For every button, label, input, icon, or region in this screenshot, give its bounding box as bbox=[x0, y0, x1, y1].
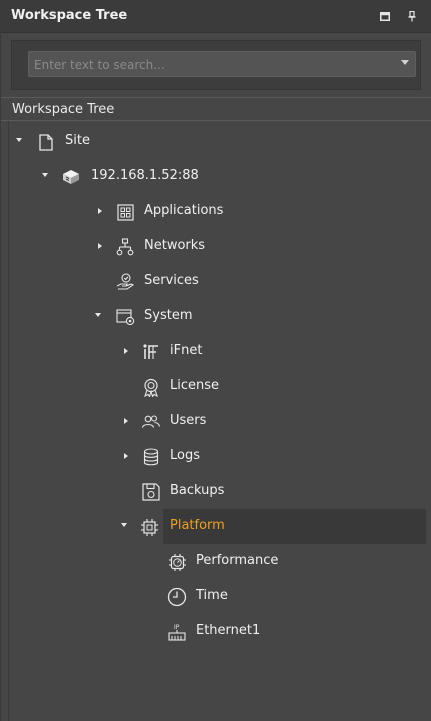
tree-item-users[interactable]: Users bbox=[9, 404, 426, 439]
tree-item-backups[interactable]: Backups bbox=[9, 474, 426, 509]
network-icon bbox=[115, 237, 135, 257]
services-hand-icon bbox=[115, 272, 135, 292]
panel-titlebar: Workspace Tree bbox=[1, 0, 431, 33]
tree-item-performance[interactable]: Performance bbox=[9, 544, 426, 579]
tree-item-time[interactable]: Time bbox=[9, 579, 426, 614]
tree-item-site[interactable]: Site bbox=[9, 124, 426, 159]
expand-caret-icon[interactable] bbox=[16, 138, 22, 142]
workspace-tree-panel: Workspace Tree Workspace Tree Site bbox=[0, 0, 431, 721]
tree-item-networks[interactable]: Networks bbox=[9, 229, 426, 264]
tree-item-label: Site bbox=[65, 133, 90, 148]
collapse-caret-icon[interactable] bbox=[124, 348, 128, 354]
tree-item-system[interactable]: System bbox=[9, 299, 426, 334]
system-settings-icon bbox=[115, 307, 135, 327]
tree-item-label: Users bbox=[170, 413, 207, 428]
applications-grid-icon bbox=[115, 202, 135, 222]
collapse-caret-icon[interactable] bbox=[124, 418, 128, 424]
tree-item-label: Backups bbox=[170, 483, 225, 498]
database-icon bbox=[141, 447, 161, 467]
tree-item-label: iFnet bbox=[170, 343, 203, 358]
server-cube-icon bbox=[61, 167, 81, 187]
maximize-icon[interactable] bbox=[378, 9, 392, 23]
expand-caret-icon[interactable] bbox=[95, 313, 101, 317]
tree-item-server[interactable]: 192.168.1.52:88 bbox=[9, 159, 426, 194]
tree-item-label: Ethernet1 bbox=[196, 623, 261, 638]
tree-item-label: Performance bbox=[196, 553, 279, 568]
dropdown-arrow-icon[interactable] bbox=[401, 60, 409, 65]
users-icon bbox=[141, 412, 161, 432]
tree-item-license[interactable]: License bbox=[9, 369, 426, 404]
tree-item-label: Logs bbox=[170, 448, 200, 463]
collapse-caret-icon[interactable] bbox=[124, 453, 128, 459]
tree-item-services[interactable]: Services bbox=[9, 264, 426, 299]
processor-chip-icon bbox=[139, 517, 159, 537]
tree-item-logs[interactable]: Logs bbox=[9, 439, 426, 474]
tree-item-label: Services bbox=[144, 273, 199, 288]
tree-item-ifnet[interactable]: iFnet bbox=[9, 334, 426, 369]
tree-item-label: System bbox=[144, 308, 193, 323]
tree-item-label: Time bbox=[196, 588, 228, 603]
section-header: Workspace Tree bbox=[1, 97, 431, 121]
tree-item-ethernet1[interactable]: IP Ethernet1 bbox=[9, 614, 426, 649]
tree-item-label: 192.168.1.52:88 bbox=[91, 168, 199, 183]
ifnet-icon bbox=[141, 342, 161, 362]
performance-gauge-icon bbox=[167, 552, 187, 572]
collapse-caret-icon[interactable] bbox=[98, 208, 102, 214]
ethernet-port-icon: IP bbox=[167, 622, 187, 642]
svg-text:IP: IP bbox=[174, 624, 180, 631]
search-input[interactable] bbox=[29, 52, 396, 78]
save-disk-icon bbox=[141, 482, 161, 502]
expand-caret-icon[interactable] bbox=[121, 523, 127, 527]
clock-icon bbox=[167, 587, 187, 607]
license-badge-icon bbox=[141, 377, 161, 397]
panel-title: Workspace Tree bbox=[11, 8, 128, 23]
tree-item-applications[interactable]: Applications bbox=[9, 194, 426, 229]
tree-item-platform[interactable]: Platform bbox=[9, 509, 426, 544]
collapse-caret-icon[interactable] bbox=[98, 243, 102, 249]
search-container bbox=[11, 40, 421, 90]
tree-item-label: License bbox=[170, 378, 220, 393]
pin-icon[interactable] bbox=[405, 9, 419, 23]
tree-item-label: Networks bbox=[144, 238, 206, 253]
tree-item-label: Applications bbox=[144, 203, 224, 218]
tree-view: Site 192.168.1.52:88 Applications Networ… bbox=[8, 121, 426, 721]
tree-item-label: Platform bbox=[170, 518, 225, 533]
document-icon bbox=[36, 132, 56, 152]
search-box[interactable] bbox=[28, 51, 416, 78]
expand-caret-icon[interactable] bbox=[42, 173, 48, 177]
